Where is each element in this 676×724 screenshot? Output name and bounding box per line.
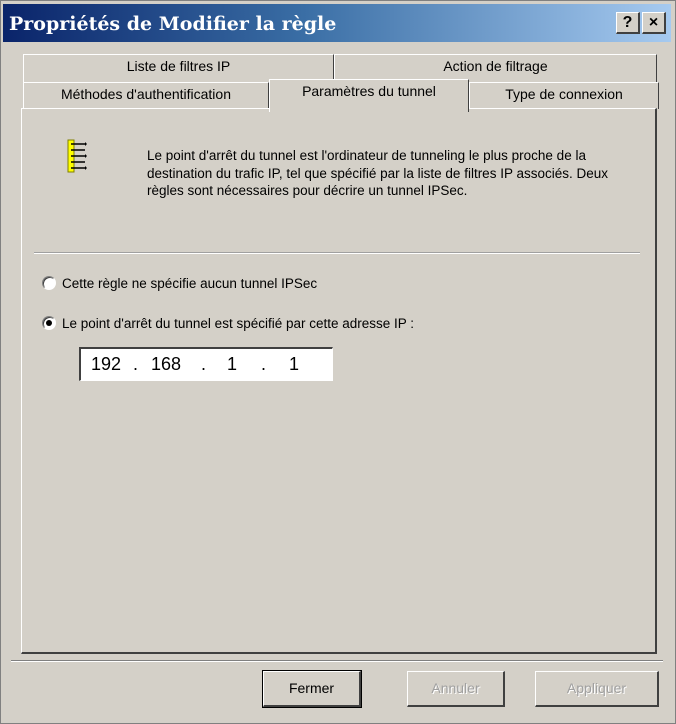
radio-button[interactable] <box>42 276 56 290</box>
radio-button-selected[interactable] <box>42 316 56 330</box>
dialog-window: Propriétés de Modifier la règle ? × List… <box>0 0 676 724</box>
radio-tunnel-ip[interactable]: Le point d'arrêt du tunnel est spécifié … <box>42 316 414 331</box>
close-button[interactable]: Fermer <box>262 670 362 708</box>
window-title: Propriétés de Modifier la règle <box>9 13 337 35</box>
tab-label: Liste de filtres IP <box>126 58 231 74</box>
radio-label: Le point d'arrêt du tunnel est spécifié … <box>62 316 415 331</box>
title-bar[interactable]: Propriétés de Modifier la règle ? × <box>3 4 671 42</box>
help-button[interactable]: ? <box>616 12 640 34</box>
tab-label: Méthodes d'authentification <box>60 86 231 102</box>
radio-no-tunnel[interactable]: Cette règle ne spécifie aucun tunnel IPS… <box>42 276 317 291</box>
tab-methodes-authentification[interactable]: Méthodes d'authentification <box>23 82 269 109</box>
close-window-button[interactable]: × <box>642 12 666 34</box>
tab-label: Action de filtrage <box>443 58 548 74</box>
ip-octet-3[interactable]: 1 <box>227 354 237 375</box>
tab-parametres-tunnel[interactable]: Paramètres du tunnel <box>269 79 469 112</box>
separator <box>34 252 640 254</box>
tab-panel: Le point d'arrêt du tunnel est l'ordinat… <box>21 108 657 654</box>
ip-dot: . <box>261 354 267 374</box>
ip-octet-2[interactable]: 168 <box>151 354 181 375</box>
ip-dot: . <box>133 354 139 374</box>
ip-dot: . <box>201 354 207 374</box>
tab-label: Type de connexion <box>505 86 623 102</box>
apply-button[interactable]: Appliquer <box>535 671 659 707</box>
radio-label: Cette règle ne spécifie aucun tunnel IPS… <box>62 276 318 291</box>
ip-address-field[interactable]: 192 . 168 . 1 . 1 <box>79 347 333 381</box>
cancel-button[interactable]: Annuler <box>407 671 505 707</box>
ip-octet-1[interactable]: 192 <box>91 354 121 375</box>
tunnel-icon <box>67 139 87 173</box>
tab-label: Paramètres du tunnel <box>302 83 436 99</box>
tab-type-connexion[interactable]: Type de connexion <box>469 82 659 109</box>
ip-octet-4[interactable]: 1 <box>289 354 299 375</box>
bottom-separator <box>11 660 663 662</box>
tunnel-description: Le point d'arrêt du tunnel est l'ordinat… <box>147 148 608 198</box>
